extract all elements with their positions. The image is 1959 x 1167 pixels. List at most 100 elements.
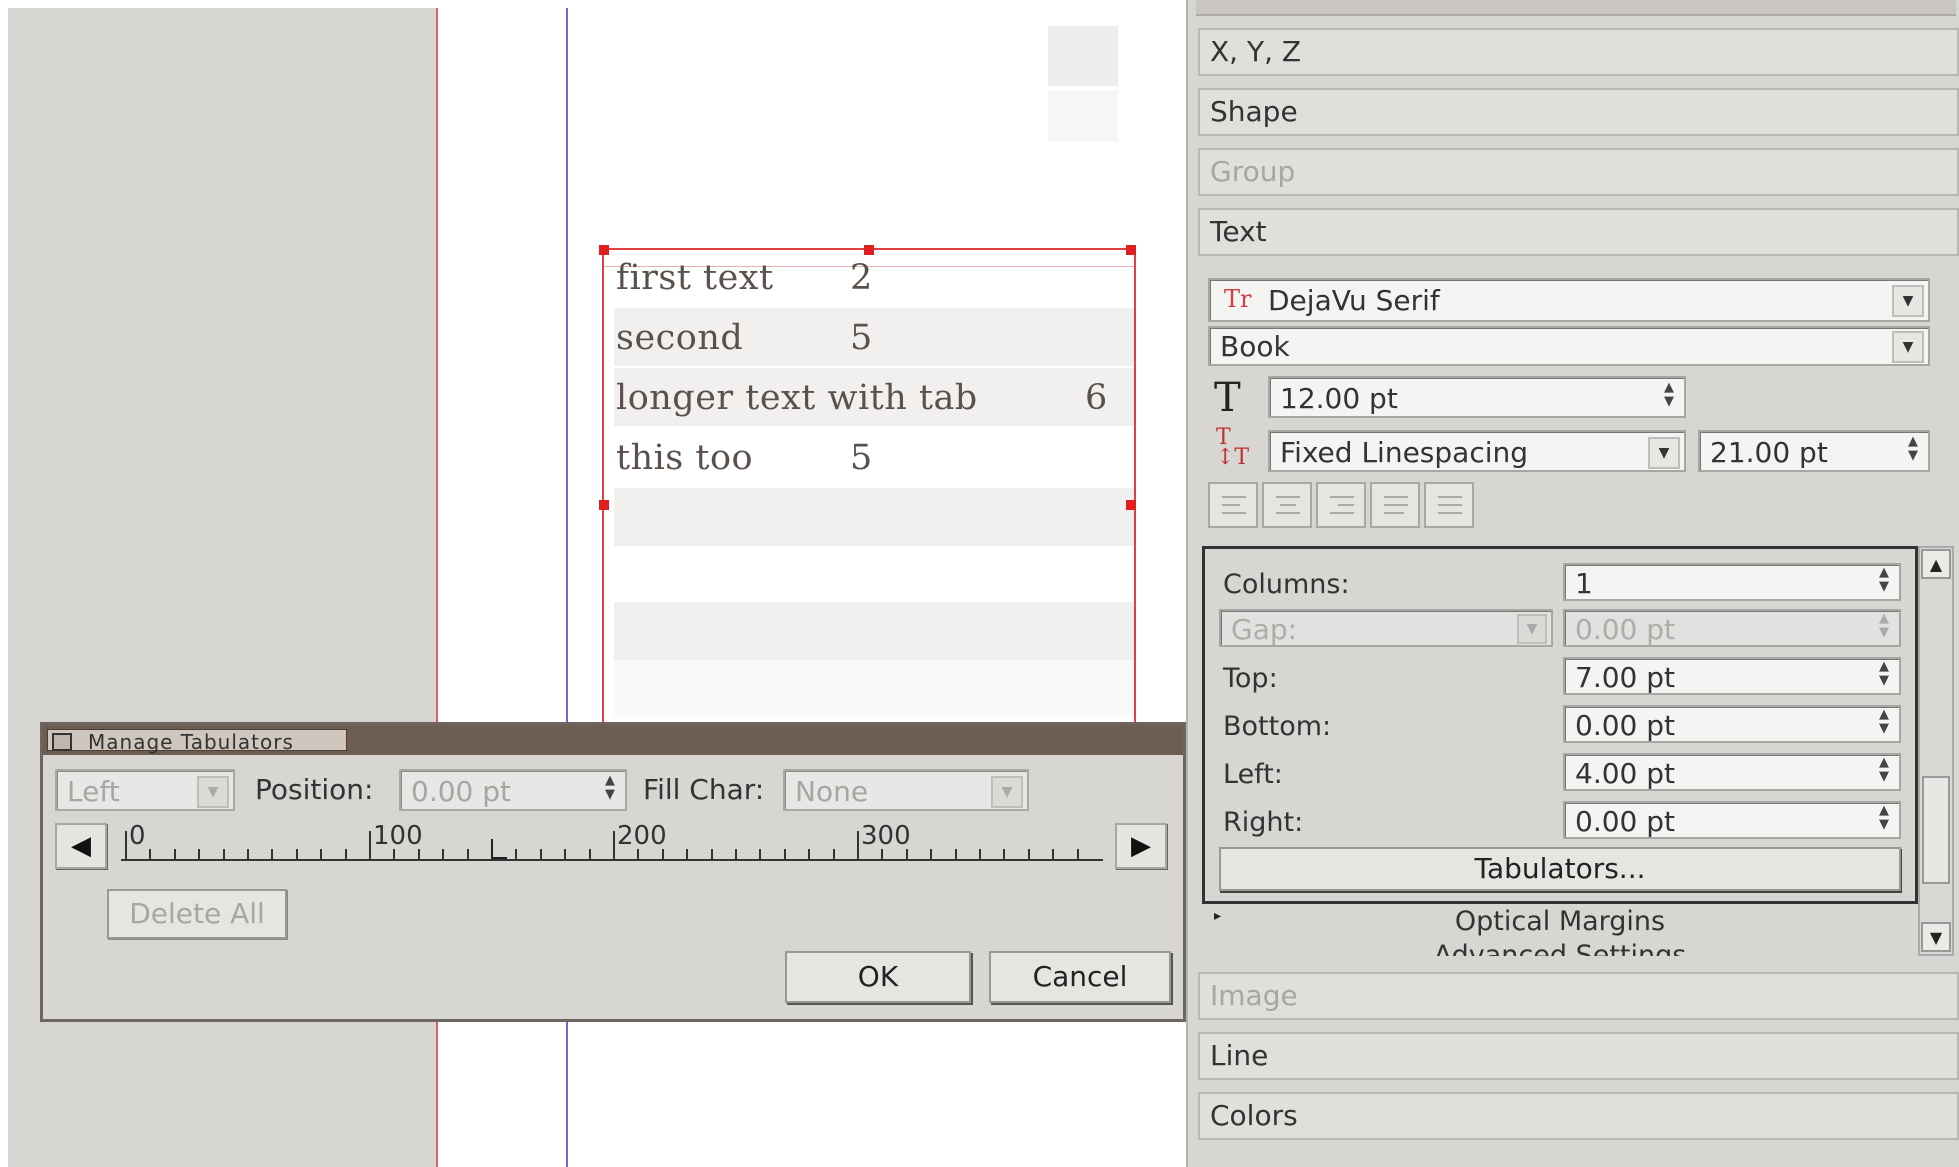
ruler-tick <box>1027 849 1030 861</box>
frame-text-line: longer text with tab <box>616 378 978 418</box>
right-label: Right: <box>1223 807 1304 838</box>
align-left-icon[interactable] <box>1208 482 1258 528</box>
delete-all-button[interactable]: Delete All <box>107 889 287 939</box>
frame-handle[interactable] <box>1126 500 1136 510</box>
dialog-title-box: Manage Tabulators <box>47 729 347 754</box>
cancel-button[interactable]: Cancel <box>989 951 1171 1003</box>
section-text[interactable]: Text <box>1198 208 1959 256</box>
align-block-icon[interactable] <box>1370 482 1420 528</box>
columns-spinbox[interactable]: 1 ▲ ▼ <box>1563 563 1901 601</box>
frame-text-line: second <box>616 318 744 358</box>
section-line[interactable]: Line <box>1198 1032 1959 1080</box>
scroll-left-icon: ◀ <box>71 831 91 861</box>
bottom-label: Bottom: <box>1223 711 1332 742</box>
frame-text-value: 6 <box>1085 378 1108 418</box>
chevron-down-icon: ▼ <box>1517 614 1547 644</box>
ruler-tick <box>735 849 737 861</box>
ruler-major-tick <box>613 831 615 861</box>
spin-arrows-icon[interactable]: ▲ ▼ <box>1871 566 1897 598</box>
ruler-tick <box>564 849 567 861</box>
ruler-major-tick <box>857 831 859 861</box>
section-colors[interactable]: Colors <box>1198 1092 1959 1140</box>
spin-arrows-icon[interactable]: ▲ ▼ <box>1871 756 1897 788</box>
font-family-select[interactable]: Tr DejaVu Serif ▼ <box>1208 278 1930 322</box>
align-center-icon[interactable] <box>1262 482 1312 528</box>
ruler-tick <box>247 849 249 861</box>
ruler-major-tick <box>369 831 371 861</box>
optical-margins-label[interactable]: Optical Margins <box>1202 904 1918 940</box>
spin-arrows-icon[interactable]: ▲ ▼ <box>1900 435 1926 467</box>
ruler-tick <box>271 849 274 861</box>
section-xyz[interactable]: X, Y, Z <box>1198 28 1959 76</box>
left-value: 4.00 pt <box>1575 757 1675 790</box>
section-image[interactable]: Image <box>1198 972 1959 1020</box>
scroll-up-icon[interactable]: ▲ <box>1921 549 1951 579</box>
tabulators-button[interactable]: Tabulators... <box>1219 847 1901 891</box>
chevron-down-icon: ▼ <box>1648 437 1680 469</box>
scroll-right-button[interactable]: ▶ <box>1115 823 1167 869</box>
advanced-settings-label: Advanced Settings <box>1433 940 1687 956</box>
ruler-tick <box>686 849 689 861</box>
columns-value: 1 <box>1575 567 1593 600</box>
top-spinbox[interactable]: 7.00 pt ▲ ▼ <box>1563 657 1901 695</box>
advanced-settings-row[interactable]: Advanced Settings <box>1202 938 1918 956</box>
tab-ruler[interactable]: 0 100 200 300 <box>121 821 1103 861</box>
left-label: Left: <box>1223 759 1283 790</box>
ruler-tick <box>783 849 786 861</box>
position-spinbox[interactable]: 0.00 pt ▲ ▼ <box>399 769 627 811</box>
ruler-label: 200 <box>617 821 667 851</box>
spin-arrows-icon[interactable]: ▲ ▼ <box>1871 660 1897 692</box>
ok-button[interactable]: OK <box>785 951 971 1003</box>
dialog-title: Manage Tabulators <box>88 730 294 754</box>
left-tab-marker-icon[interactable] <box>491 839 507 859</box>
frame-text-value: 2 <box>850 258 873 298</box>
ruler-tick <box>979 849 981 861</box>
frame-handle[interactable] <box>1126 245 1136 255</box>
ruler-tick <box>173 849 176 861</box>
scroll-down-icon[interactable]: ▼ <box>1921 922 1951 952</box>
section-shape[interactable]: Shape <box>1198 88 1959 136</box>
distances-subpanel: Columns: 1 ▲ ▼ Gap: ▼ 0.00 pt ▲ ▼ Top: 7.0… <box>1202 546 1918 904</box>
spin-arrows-icon[interactable]: ▲ ▼ <box>597 774 623 806</box>
frame-handle[interactable] <box>599 500 609 510</box>
canvas-artifact <box>1048 26 1118 86</box>
linespacing-mode-select[interactable]: Fixed Linespacing ▼ <box>1268 430 1686 472</box>
scrollbar-thumb[interactable] <box>1922 776 1950 884</box>
scroll-left-button[interactable]: ◀ <box>55 823 107 869</box>
scrollbar-track[interactable] <box>1918 546 1954 956</box>
frame-handle[interactable] <box>864 245 874 255</box>
frame-text-line: first text <box>616 258 774 298</box>
spin-arrows-icon[interactable]: ▲ ▼ <box>1656 381 1682 413</box>
ruler-tick <box>344 849 347 861</box>
gap-select[interactable]: Gap: ▼ <box>1219 609 1553 647</box>
ruler-tick <box>832 849 835 861</box>
bottom-value: 0.00 pt <box>1575 709 1675 742</box>
gap-spinbox[interactable]: 0.00 pt ▲ ▼ <box>1563 609 1901 647</box>
linespacing-value: 21.00 pt <box>1710 436 1828 469</box>
align-forced-icon[interactable] <box>1424 482 1474 528</box>
left-spinbox[interactable]: 4.00 pt ▲ ▼ <box>1563 753 1901 791</box>
frame-handle[interactable] <box>599 245 609 255</box>
window-menu-icon[interactable] <box>52 733 72 751</box>
section-group[interactable]: Group <box>1198 148 1959 196</box>
fill-char-select[interactable]: None ▼ <box>783 769 1029 811</box>
align-right-icon[interactable] <box>1316 482 1366 528</box>
font-style-value: Book <box>1220 330 1290 363</box>
alignment-select[interactable]: Left ▼ <box>55 769 235 811</box>
bottom-spinbox[interactable]: 0.00 pt ▲ ▼ <box>1563 705 1901 743</box>
font-size-spinbox[interactable]: 12.00 pt ▲ ▼ <box>1268 376 1686 418</box>
right-spinbox[interactable]: 0.00 pt ▲ ▼ <box>1563 801 1901 839</box>
ruler-tick <box>759 849 762 861</box>
spin-arrows-icon[interactable]: ▲ ▼ <box>1871 708 1897 740</box>
ruler-tick <box>1003 849 1006 861</box>
font-style-select[interactable]: Book ▼ <box>1208 326 1930 366</box>
ruler-tick <box>222 849 225 861</box>
linespacing-value-spinbox[interactable]: 21.00 pt ▲ ▼ <box>1698 430 1930 472</box>
ruler-tick <box>442 849 445 861</box>
spin-arrows-icon[interactable]: ▲ ▼ <box>1871 804 1897 836</box>
ruler-tick <box>320 849 323 861</box>
panel-header <box>1196 0 1956 16</box>
spin-arrows-icon[interactable]: ▲ ▼ <box>1871 612 1897 644</box>
dialog-title-bar[interactable]: Manage Tabulators <box>43 725 1183 755</box>
ruler-tick <box>539 849 542 861</box>
